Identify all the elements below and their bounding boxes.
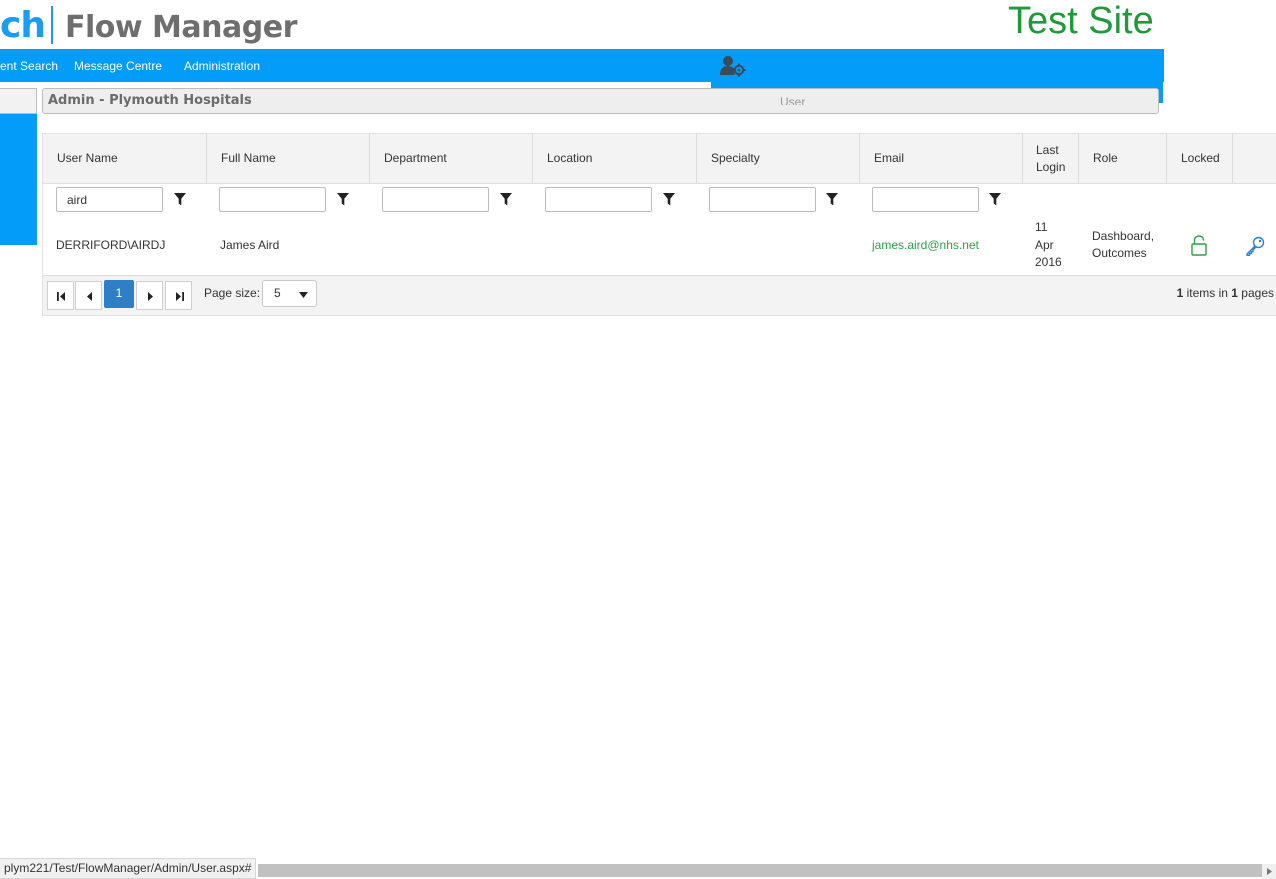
col-locked[interactable]: Locked <box>1167 134 1233 183</box>
col-role[interactable]: Role <box>1079 134 1167 183</box>
filter-email-input[interactable] <box>872 187 979 212</box>
sidebar-panel[interactable] <box>0 114 37 245</box>
col-label: Role <box>1093 151 1118 165</box>
horizontal-scrollbar[interactable] <box>258 864 1262 877</box>
first-page-icon <box>57 292 65 301</box>
pager-first-button[interactable] <box>47 281 74 310</box>
nav-message-centre[interactable]: Message Centre <box>74 58 162 74</box>
pager-last-button[interactable] <box>165 281 192 310</box>
logo-divider <box>51 6 53 44</box>
grid-pager: 1 Page size: 5 1 items in 1 pages <box>43 276 1276 315</box>
cell-role-line2: Outcomes <box>1092 246 1147 260</box>
filter-specialty-input[interactable] <box>709 187 816 212</box>
logo-partial: ch <box>0 5 46 46</box>
pager-info-mid: items in <box>1183 286 1232 300</box>
col-label: Full Name <box>221 151 276 165</box>
last-page-icon <box>176 292 184 301</box>
next-page-icon <box>148 292 153 301</box>
cell-last-login-day: 11 <box>1035 220 1048 234</box>
chevron-down-icon <box>299 292 308 298</box>
filter-icon[interactable] <box>337 193 349 206</box>
pager-info-tail: pages <box>1237 286 1274 300</box>
user-settings-icon[interactable] <box>720 55 746 77</box>
pager-next-button[interactable] <box>136 281 163 310</box>
col-label: Department <box>384 151 447 165</box>
col-label: Locked <box>1181 151 1220 165</box>
col-last-login[interactable]: Last Login <box>1023 134 1079 183</box>
cell-user-name: DERRIFORD\AIRDJ <box>56 238 166 252</box>
filter-full-name-input[interactable] <box>219 187 326 212</box>
cell-email-link[interactable]: james.aird@nhs.net <box>872 237 979 254</box>
page-size-label: Page size: <box>204 286 261 300</box>
sidebar-header <box>0 88 37 114</box>
filter-user-name-input[interactable] <box>56 187 163 212</box>
key-icon[interactable] <box>1245 236 1265 256</box>
status-bar-url: plym221/Test/FlowManager/Admin/User.aspx… <box>0 858 257 879</box>
col-label: Last Login <box>1036 143 1066 174</box>
grid-header: User Name Full Name Department Location … <box>43 134 1276 184</box>
unlocked-padlock-icon[interactable] <box>1191 235 1207 256</box>
cell-last-login-month: Apr <box>1035 238 1054 252</box>
site-label: Test Site <box>1008 0 1154 42</box>
panel-subtitle: User <box>780 96 806 105</box>
prev-page-icon <box>87 292 92 301</box>
col-specialty[interactable]: Specialty <box>697 134 860 183</box>
cell-full-name: James Aird <box>220 238 280 252</box>
pager-prev-button[interactable] <box>75 281 102 310</box>
col-user-name[interactable]: User Name <box>43 134 207 183</box>
filter-icon[interactable] <box>500 193 512 206</box>
table-row[interactable]: DERRIFORD\AIRDJ James Aird james.aird@nh… <box>43 217 1276 276</box>
filter-icon[interactable] <box>989 193 1001 206</box>
scroll-right-icon <box>1267 868 1272 875</box>
col-full-name[interactable]: Full Name <box>207 134 370 183</box>
col-location[interactable]: Location <box>533 134 697 183</box>
page-size-select[interactable]: 5 <box>262 280 317 307</box>
pager-current-page[interactable]: 1 <box>104 280 134 308</box>
scroll-right-button[interactable] <box>1262 864 1276 879</box>
page-size-value: 5 <box>274 286 281 300</box>
filter-department-input[interactable] <box>382 187 489 212</box>
cell-last-login-year: 2016 <box>1035 255 1062 269</box>
col-label: Specialty <box>711 151 760 165</box>
app-title: Flow Manager <box>65 10 297 45</box>
nav-administration[interactable]: Administration <box>184 58 260 74</box>
filter-row <box>43 184 1276 218</box>
panel-title: Admin - Plymouth Hospitals <box>48 93 252 108</box>
col-department[interactable]: Department <box>370 134 533 183</box>
col-email[interactable]: Email <box>860 134 1023 183</box>
nav-patient-search[interactable]: ent Search <box>0 58 58 74</box>
pager-info-pages: 1 <box>1231 286 1238 300</box>
col-actions <box>1233 134 1276 183</box>
col-label: Email <box>874 151 905 165</box>
filter-location-input[interactable] <box>545 187 652 212</box>
filter-icon[interactable] <box>663 193 675 206</box>
cell-role-line1: Dashboard, <box>1092 229 1155 243</box>
pager-info: 1 items in 1 pages <box>1177 286 1274 300</box>
main-nav: ent Search Message Centre Administration <box>0 49 1164 82</box>
col-label: User Name <box>57 151 118 165</box>
col-label: Location <box>547 151 593 165</box>
filter-icon[interactable] <box>174 193 186 206</box>
filter-icon[interactable] <box>826 193 838 206</box>
